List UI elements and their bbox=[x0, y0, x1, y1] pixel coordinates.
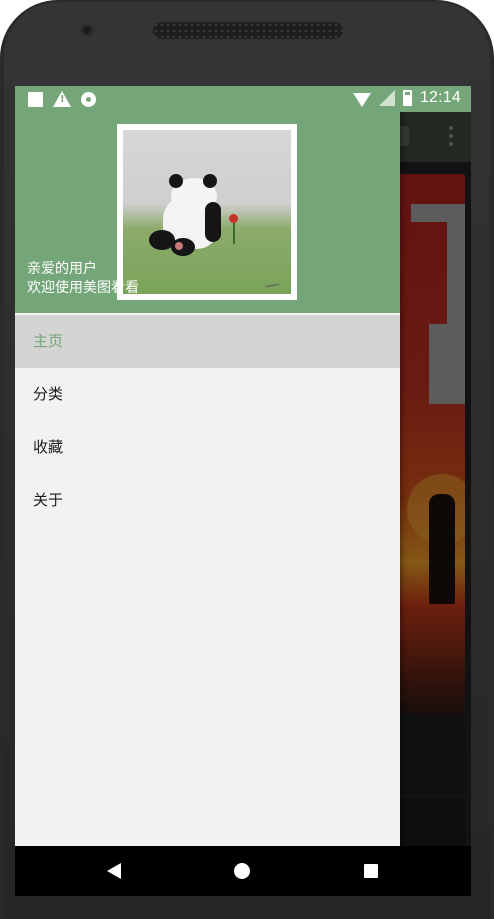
system-nav-bar bbox=[15, 846, 471, 896]
drawer-menu: 主页 分类 收藏 关于 bbox=[15, 315, 400, 527]
status-bar: 12:14 bbox=[15, 86, 471, 112]
avatar[interactable] bbox=[117, 124, 297, 300]
greeting-line-1: 亲爱的用户 bbox=[27, 261, 97, 277]
drawer-header: 亲爱的用户 欢迎使用美图看看 bbox=[15, 112, 400, 313]
settings-notification-icon bbox=[81, 91, 96, 107]
welcome-text: 亲爱的用户 欢迎使用美图看看 bbox=[27, 260, 139, 298]
greeting-line-2: 欢迎使用美图看看 bbox=[27, 280, 139, 296]
signal-icon bbox=[378, 90, 395, 106]
earpiece-speaker bbox=[153, 22, 343, 39]
device-screen: 亲爱的用户 欢迎使用美图看看 主页 分类 收藏 关于 12:14 bbox=[15, 86, 471, 896]
status-time: 12:14 bbox=[419, 89, 461, 106]
front-camera bbox=[80, 23, 94, 37]
menu-item-about[interactable]: 关于 bbox=[15, 474, 400, 527]
panda-avatar-image bbox=[123, 130, 291, 294]
menu-item-favorites[interactable]: 收藏 bbox=[15, 421, 400, 474]
back-icon[interactable] bbox=[107, 863, 121, 879]
drawer-scrim[interactable] bbox=[400, 112, 471, 848]
recents-icon[interactable] bbox=[364, 864, 378, 878]
square-notification-icon bbox=[28, 91, 43, 107]
menu-item-home[interactable]: 主页 bbox=[15, 315, 400, 368]
wifi-icon bbox=[352, 93, 371, 107]
home-icon[interactable] bbox=[234, 863, 250, 879]
menu-item-category[interactable]: 分类 bbox=[15, 368, 400, 421]
battery-icon bbox=[402, 90, 412, 106]
warning-icon bbox=[53, 91, 71, 107]
navigation-drawer: 亲爱的用户 欢迎使用美图看看 主页 分类 收藏 关于 bbox=[15, 86, 400, 848]
